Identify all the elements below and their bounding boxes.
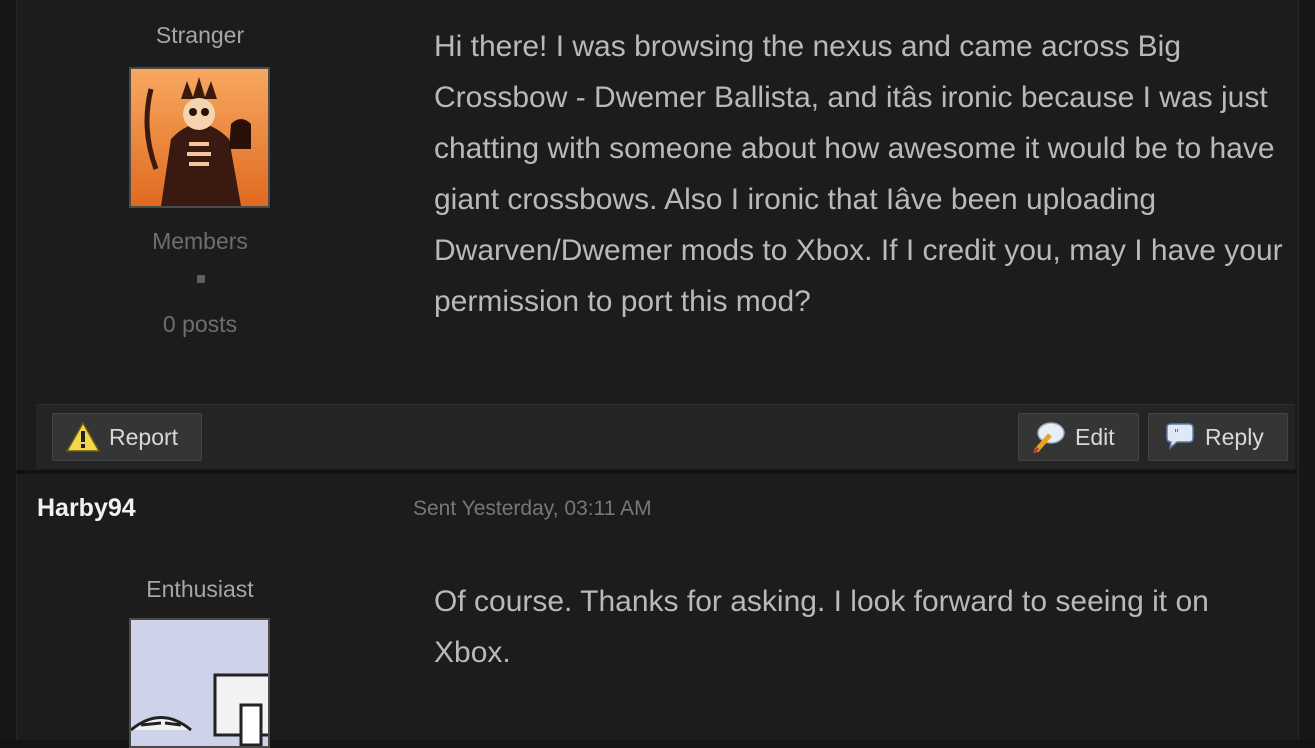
post-count: 0 posts [162, 311, 238, 337]
page: Stranger Members 0 posts Hi there! I was… [0, 0, 1315, 748]
message-body: Of course. Thanks for asking. I look for… [434, 585, 1209, 669]
edit-button[interactable]: Edit [1018, 413, 1139, 461]
speech-bubble-icon: " [1161, 419, 1197, 455]
member-group: Members [152, 228, 248, 254]
svg-text:": " [1174, 427, 1179, 440]
report-label: Report [109, 423, 179, 450]
report-button[interactable]: Report [52, 413, 202, 461]
edit-pen-icon [1031, 419, 1067, 455]
rank-pip-icon [197, 275, 205, 283]
avatar[interactable] [129, 67, 270, 208]
message-body: Hi there! I was browsing the nexus and c… [434, 30, 1283, 318]
sent-timestamp: Sent Yesterday, 03:11 AM [413, 497, 652, 520]
post-actions-bar: Report Edit " Reply [36, 404, 1295, 469]
reply-label: Reply [1205, 423, 1264, 450]
user-rank: Enthusiast [146, 576, 254, 602]
author-name[interactable]: Harby94 [37, 494, 136, 523]
edit-label: Edit [1075, 423, 1115, 450]
user-rank: Stranger [155, 22, 245, 48]
avatar-image [131, 620, 268, 746]
avatar[interactable] [129, 618, 270, 748]
reply-button[interactable]: " Reply [1148, 413, 1288, 461]
warning-icon [65, 419, 101, 455]
post-divider [16, 470, 1297, 474]
avatar-image [131, 69, 268, 206]
